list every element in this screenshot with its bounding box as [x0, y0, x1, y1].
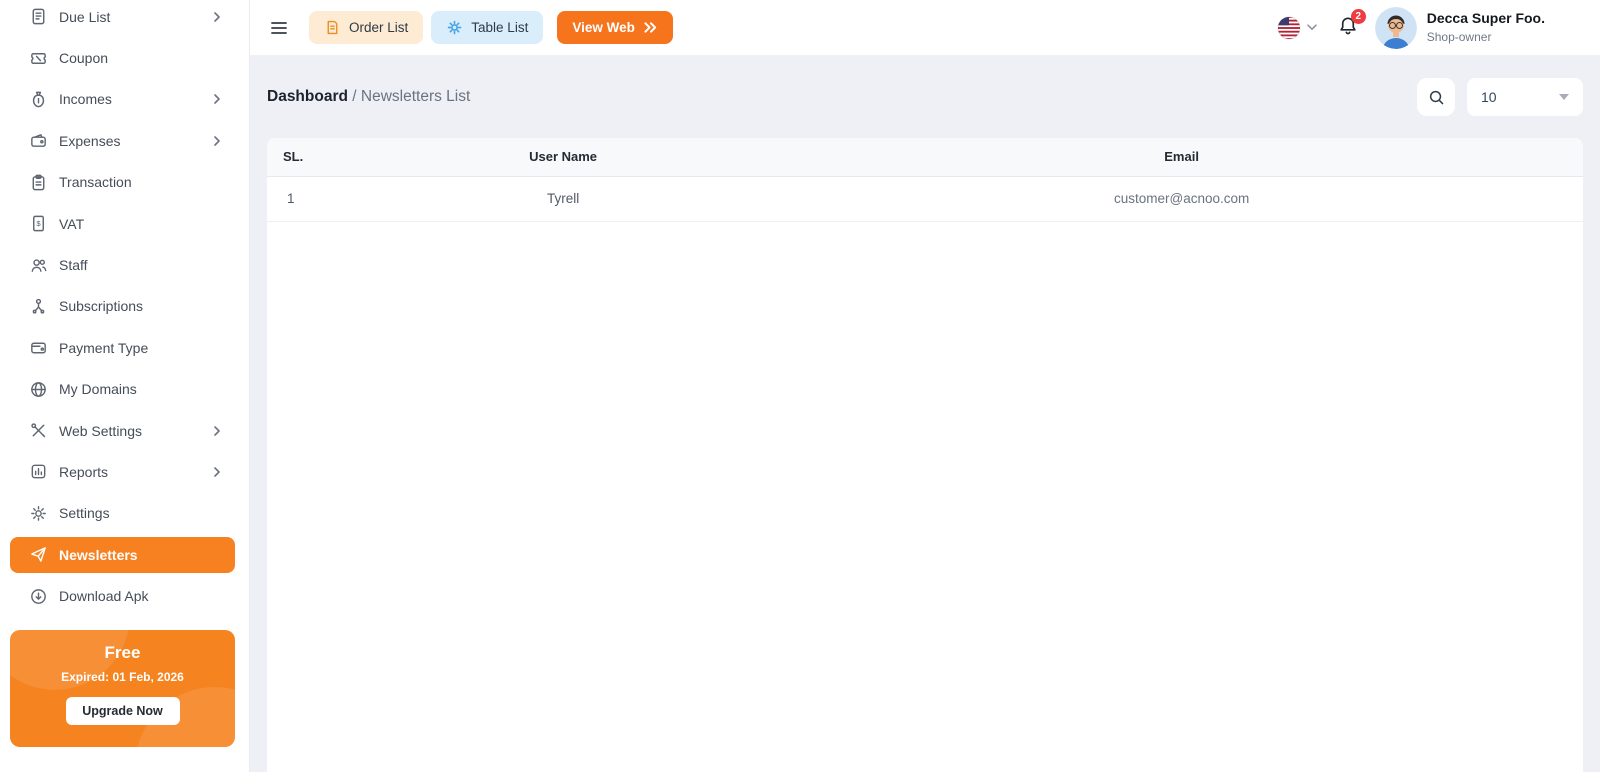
table-row: 1 Tyrell customer@acnoo.com: [267, 176, 1583, 221]
caret-down-icon: [1559, 94, 1569, 100]
invoice-icon: [28, 7, 48, 27]
sidebar-item-label: Web Settings: [59, 423, 142, 439]
sidebar-item-label: VAT: [59, 216, 84, 232]
sidebar-item-label: Transaction: [59, 174, 132, 190]
sidebar-item-settings[interactable]: Settings: [0, 493, 249, 534]
language-selector[interactable]: [1277, 16, 1317, 40]
sidebar-item-reports[interactable]: Reports: [0, 451, 249, 492]
column-header-email: Email: [780, 138, 1583, 176]
sidebar-item-download-apk[interactable]: Download Apk: [0, 575, 249, 616]
breadcrumb-separator: /: [348, 88, 361, 105]
chevron-right-icon: [211, 135, 223, 147]
receipt-icon: [324, 19, 341, 36]
search-icon: [1428, 89, 1445, 106]
search-button[interactable]: [1417, 78, 1455, 116]
table-list-button[interactable]: Table List: [431, 11, 543, 44]
user-role: Shop-owner: [1427, 30, 1545, 45]
sidebar-item-incomes[interactable]: Incomes: [0, 79, 249, 120]
paper-plane-icon: [28, 545, 48, 565]
plan-title: Free: [10, 643, 235, 663]
column-header-user-name: User Name: [346, 138, 780, 176]
table-toolbar: 10: [1417, 78, 1583, 116]
order-list-button[interactable]: Order List: [309, 11, 423, 44]
app-root: Due List Coupon Incomes Ex: [0, 0, 1600, 772]
sidebar-item-coupon[interactable]: Coupon: [0, 37, 249, 78]
newsletters-table-card: SL. User Name Email 1 Tyrell customer@ac…: [267, 138, 1583, 772]
chevron-right-icon: [211, 11, 223, 23]
gear-icon: [446, 19, 463, 36]
sidebar-item-label: Due List: [59, 9, 110, 25]
cloud-download-icon: [28, 586, 48, 606]
user-name: Decca Super Foo.: [1427, 10, 1545, 28]
sidebar-item-label: Reports: [59, 464, 108, 480]
hamburger-menu-icon[interactable]: [265, 14, 293, 42]
cell-sl: 1: [267, 176, 346, 221]
breadcrumb-dashboard-link[interactable]: Dashboard: [267, 88, 348, 105]
topbar: Order List Table List View Web: [250, 0, 1600, 56]
money-bag-icon: [28, 89, 48, 109]
chevron-right-icon: [211, 466, 223, 478]
plan-card: Free Expired: 01 Feb, 2026 Upgrade Now: [10, 630, 235, 747]
coupon-icon: [28, 48, 48, 68]
sidebar-item-transaction[interactable]: Transaction: [0, 162, 249, 203]
sidebar-menu: Due List Coupon Incomes Ex: [0, 0, 249, 617]
topbar-right: 2: [1277, 7, 1545, 49]
column-header-sl: SL.: [267, 138, 346, 176]
payment-wallet-icon: [28, 338, 48, 358]
user-info[interactable]: Decca Super Foo. Shop-owner: [1427, 10, 1545, 46]
upgrade-now-button[interactable]: Upgrade Now: [66, 697, 180, 725]
sidebar-item-label: Incomes: [59, 91, 112, 107]
sidebar-item-label: Staff: [59, 257, 88, 273]
per-page-select[interactable]: 10: [1467, 78, 1583, 116]
newsletters-table: SL. User Name Email 1 Tyrell customer@ac…: [267, 138, 1583, 222]
table-header-row: SL. User Name Email: [267, 138, 1583, 176]
sidebar-item-web-settings[interactable]: Web Settings: [0, 410, 249, 451]
expense-wallet-icon: [28, 131, 48, 151]
svg-text:$: $: [36, 219, 41, 228]
per-page-value: 10: [1481, 89, 1497, 105]
sidebar-item-label: Download Apk: [59, 588, 149, 604]
globe-icon: [28, 379, 48, 399]
sidebar-item-label: Newsletters: [59, 547, 138, 563]
vat-receipt-icon: $: [28, 214, 48, 234]
cell-user-name: Tyrell: [346, 176, 780, 221]
view-web-button[interactable]: View Web: [557, 11, 673, 44]
chevron-right-icon: [211, 93, 223, 105]
sidebar: Due List Coupon Incomes Ex: [0, 0, 250, 772]
chevron-down-icon: [1307, 24, 1317, 31]
tools-icon: [28, 421, 48, 441]
chevron-right-icon: [211, 425, 223, 437]
us-flag-icon: [1277, 16, 1301, 40]
sidebar-item-label: Settings: [59, 505, 110, 521]
notification-badge: 2: [1351, 9, 1366, 24]
notifications-button[interactable]: 2: [1337, 15, 1359, 40]
breadcrumb: Dashboard / Newsletters List: [267, 88, 470, 106]
sidebar-item-label: Payment Type: [59, 340, 148, 356]
avatar[interactable]: [1375, 7, 1417, 49]
cell-email: customer@acnoo.com: [780, 176, 1583, 221]
sidebar-item-my-domains[interactable]: My Domains: [0, 369, 249, 410]
sidebar-item-label: Subscriptions: [59, 298, 143, 314]
sidebar-item-staff[interactable]: Staff: [0, 244, 249, 285]
plan-expiry: Expired: 01 Feb, 2026: [10, 670, 235, 684]
people-icon: [28, 255, 48, 275]
sidebar-item-expenses[interactable]: Expenses: [0, 120, 249, 161]
double-chevron-right-icon: [643, 21, 658, 34]
main-area: Order List Table List View Web: [250, 0, 1600, 772]
sidebar-item-label: Expenses: [59, 133, 120, 149]
sidebar-item-label: My Domains: [59, 381, 137, 397]
sidebar-item-subscriptions[interactable]: Subscriptions: [0, 286, 249, 327]
report-chart-icon: [28, 462, 48, 482]
sidebar-item-due-list[interactable]: Due List: [0, 0, 249, 37]
gear-icon: [28, 503, 48, 523]
award-icon: [28, 296, 48, 316]
sidebar-item-label: Coupon: [59, 50, 108, 66]
sidebar-item-vat[interactable]: $ VAT: [0, 203, 249, 244]
page-header: Dashboard / Newsletters List 10: [250, 56, 1600, 138]
sidebar-item-payment-type[interactable]: Payment Type: [0, 327, 249, 368]
sidebar-item-newsletters[interactable]: Newsletters: [10, 537, 235, 573]
clipboard-icon: [28, 172, 48, 192]
breadcrumb-current: Newsletters List: [361, 88, 470, 105]
